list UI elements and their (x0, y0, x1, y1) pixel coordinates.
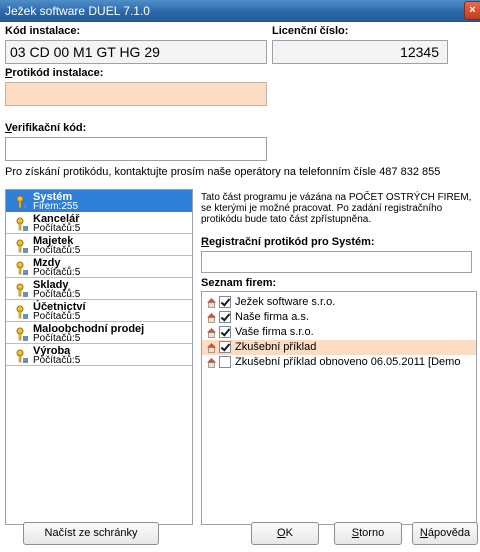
verification-code-input[interactable] (5, 137, 267, 161)
counter-code-input[interactable] (5, 82, 267, 106)
house-icon (207, 298, 216, 308)
firm-row[interactable]: Vaše firma s.r.o. (202, 325, 476, 340)
registration-dialog: Kód instalace: 03 CD 00 M1 GT HG 29 Lice… (0, 22, 480, 552)
module-key-icon (16, 283, 28, 297)
registration-counter-code-label: Registrační protikód pro Systém: (201, 236, 375, 248)
registration-counter-code-input[interactable] (201, 251, 472, 273)
firms-list: Ježek software s.r.o. Naše firma a.s. Va… (201, 291, 477, 525)
counter-code-label: Protikód instalace: (5, 67, 104, 79)
module-key-icon (16, 195, 27, 209)
install-code-label: Kód instalace: (5, 25, 81, 37)
module-key-icon (16, 217, 28, 231)
module-key-icon (16, 239, 28, 253)
module-count: Počítačů:5 (33, 311, 81, 322)
license-number-field[interactable]: 12345 (272, 40, 448, 64)
module-count: Firem:255 (33, 201, 79, 212)
ok-button[interactable]: OK (251, 522, 319, 545)
firm-row[interactable]: Ježek software s.r.o. (202, 295, 476, 310)
house-icon (207, 358, 216, 368)
module-item-maloobchodni-prodej[interactable]: Maloobchodní prodej Počítačů:5 (6, 322, 192, 344)
module-item-vyroba[interactable]: Výroba Počítačů:5 (6, 344, 192, 366)
contact-info-text: Pro získání protikódu, kontaktujte prosí… (5, 166, 441, 178)
window-title: Ježek software DUEL 7.1.0 (5, 4, 150, 18)
firm-checkbox[interactable] (219, 296, 231, 308)
cancel-button[interactable]: Storno (334, 522, 402, 545)
paste-from-clipboard-button[interactable]: Načíst ze schránky (23, 522, 159, 545)
house-icon (207, 343, 216, 353)
verification-code-label: Verifikační kód: (5, 122, 87, 134)
module-count: Počítačů:5 (33, 245, 81, 256)
firm-row[interactable]: Naše firma a.s. (202, 310, 476, 325)
module-count: Počítačů:5 (33, 355, 81, 366)
module-count: Počítačů:5 (33, 333, 81, 344)
module-key-icon (16, 305, 28, 319)
close-button[interactable]: × (464, 1, 480, 20)
module-item-sklady[interactable]: Sklady Počítačů:5 (6, 278, 192, 300)
firm-checkbox[interactable] (219, 341, 231, 353)
house-icon (207, 328, 216, 338)
firms-list-label: Seznam firem: (201, 277, 277, 289)
module-key-icon (16, 261, 28, 275)
firm-checkbox[interactable] (219, 326, 231, 338)
help-button[interactable]: Nápověda (412, 522, 478, 545)
module-item-system[interactable]: Systém Firem:255 (6, 190, 192, 212)
install-code-field[interactable]: 03 CD 00 M1 GT HG 29 (5, 40, 267, 64)
house-icon (207, 313, 216, 323)
license-number-label: Licenční číslo: (272, 25, 349, 37)
module-item-kancelar[interactable]: Kancelář Počítačů:5 (6, 212, 192, 234)
firm-row[interactable]: Zkušební příklad obnoveno 06.05.2011 [De… (202, 355, 476, 370)
module-count: Počítačů:5 (33, 289, 81, 300)
firm-checkbox[interactable] (219, 356, 231, 368)
module-item-mzdy[interactable]: Mzdy Počítačů:5 (6, 256, 192, 278)
firm-checkbox[interactable] (219, 311, 231, 323)
module-list: Systém Firem:255 Kancelář Počítačů:5 Maj… (5, 189, 193, 525)
firm-row-highlighted[interactable]: Zkušební příklad (202, 340, 476, 355)
module-count: Počítačů:5 (33, 223, 81, 234)
title-bar: Ježek software DUEL 7.1.0 × (0, 0, 480, 22)
module-description: Tato část programu je vázána na POČET OS… (201, 192, 472, 225)
module-key-icon (16, 349, 28, 363)
module-count: Počítačů:5 (33, 267, 81, 278)
module-key-icon (16, 327, 28, 341)
module-item-majetek[interactable]: Majetek Počítačů:5 (6, 234, 192, 256)
module-item-ucetnictvi[interactable]: Účetnictví Počítačů:5 (6, 300, 192, 322)
